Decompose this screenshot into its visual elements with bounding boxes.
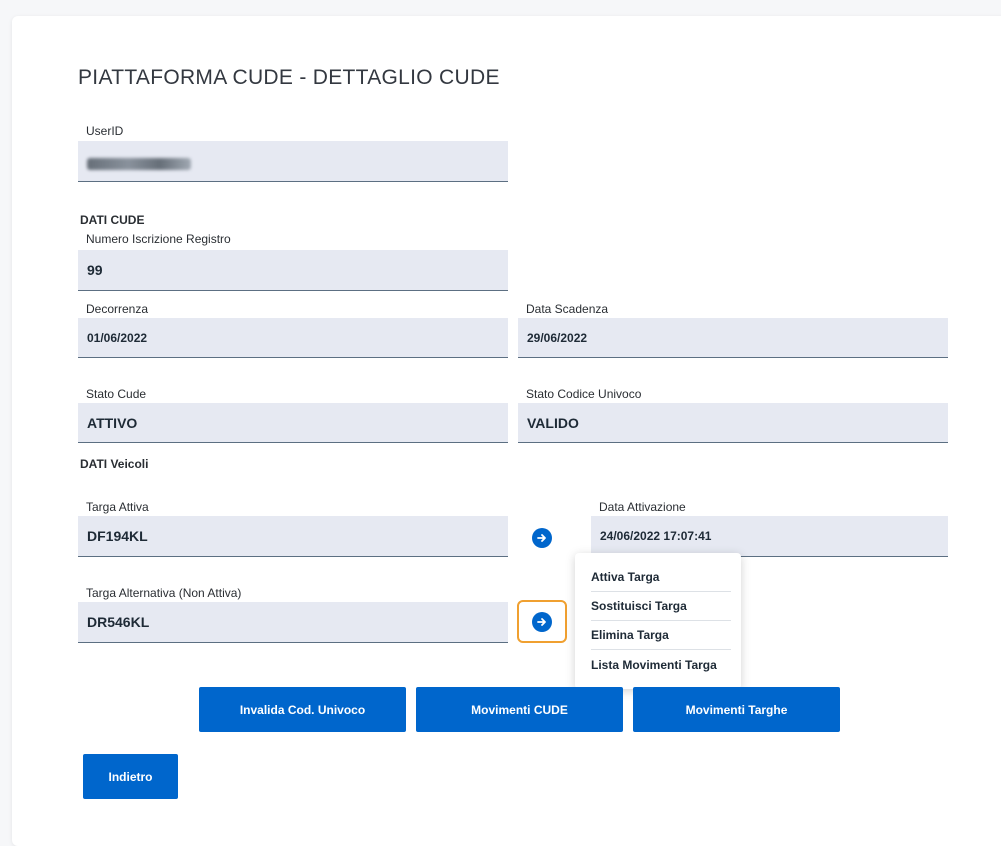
menu-item-attiva-targa[interactable]: Attiva Targa — [591, 563, 731, 592]
targa-attiva-value: DF194KL — [87, 528, 148, 544]
userid-field — [78, 141, 508, 182]
menu-item-elimina-targa[interactable]: Elimina Targa — [591, 621, 731, 650]
stato-cude-field: ATTIVO — [78, 403, 508, 443]
indietro-button[interactable]: Indietro — [83, 754, 178, 799]
data-scadenza-label: Data Scadenza — [526, 302, 609, 316]
targa-attiva-label: Targa Attiva — [86, 500, 149, 514]
numero-iscrizione-value: 99 — [87, 262, 103, 278]
numero-iscrizione-field: 99 — [78, 250, 508, 291]
invalida-codice-univoco-button[interactable]: Invalida Cod. Univoco — [199, 687, 406, 732]
stato-cude-label: Stato Cude — [86, 387, 147, 401]
targa-alternativa-action-button[interactable] — [532, 611, 552, 632]
data-attivazione-label: Data Attivazione — [599, 500, 686, 514]
arrow-right-circle-icon — [537, 617, 546, 626]
targa-alternativa-field: DR546KL — [78, 602, 508, 643]
userid-redacted — [87, 158, 191, 170]
data-scadenza-field: 29/06/2022 — [518, 318, 948, 358]
movimenti-cude-button[interactable]: Movimenti CUDE — [416, 687, 623, 732]
decorrenza-field: 01/06/2022 — [78, 318, 508, 358]
data-attivazione-field: 24/06/2022 17:07:41 — [591, 516, 948, 557]
menu-item-sostituisci-targa[interactable]: Sostituisci Targa — [591, 592, 731, 621]
userid-label: UserID — [86, 124, 124, 138]
page-title: PIATTAFORMA CUDE - DETTAGLIO CUDE — [78, 66, 500, 89]
data-scadenza-value: 29/06/2022 — [527, 330, 588, 345]
targa-attiva-action-button[interactable] — [532, 528, 552, 548]
menu-item-lista-movimenti-targa[interactable]: Lista Movimenti Targa — [591, 650, 731, 679]
targa-alternativa-label: Targa Alternativa (Non Attiva) — [86, 586, 242, 600]
stato-codice-univoco-value: VALIDO — [527, 414, 579, 431]
decorrenza-value: 01/06/2022 — [87, 330, 148, 345]
targa-attiva-field: DF194KL — [78, 516, 508, 557]
stato-codice-univoco-field: VALIDO — [518, 403, 948, 443]
targa-alternativa-value: DR546KL — [87, 614, 150, 630]
stato-codice-univoco-label: Stato Codice Univoco — [526, 387, 642, 401]
stato-cude-value: ATTIVO — [87, 414, 138, 431]
data-attivazione-value: 24/06/2022 17:07:41 — [600, 529, 712, 543]
section-dati-veicoli: DATI Veicoli — [80, 457, 149, 471]
arrow-right-circle-icon — [537, 534, 546, 542]
decorrenza-label: Decorrenza — [86, 302, 149, 316]
movimenti-targhe-button[interactable]: Movimenti Targhe — [633, 687, 840, 732]
numero-iscrizione-label: Numero Iscrizione Registro — [86, 232, 231, 246]
targa-action-menu: Attiva Targa Sostituisci Targa Elimina T… — [575, 553, 741, 689]
section-dati-cude: DATI CUDE — [80, 213, 145, 227]
targa-alternativa-action-focus — [517, 600, 567, 643]
